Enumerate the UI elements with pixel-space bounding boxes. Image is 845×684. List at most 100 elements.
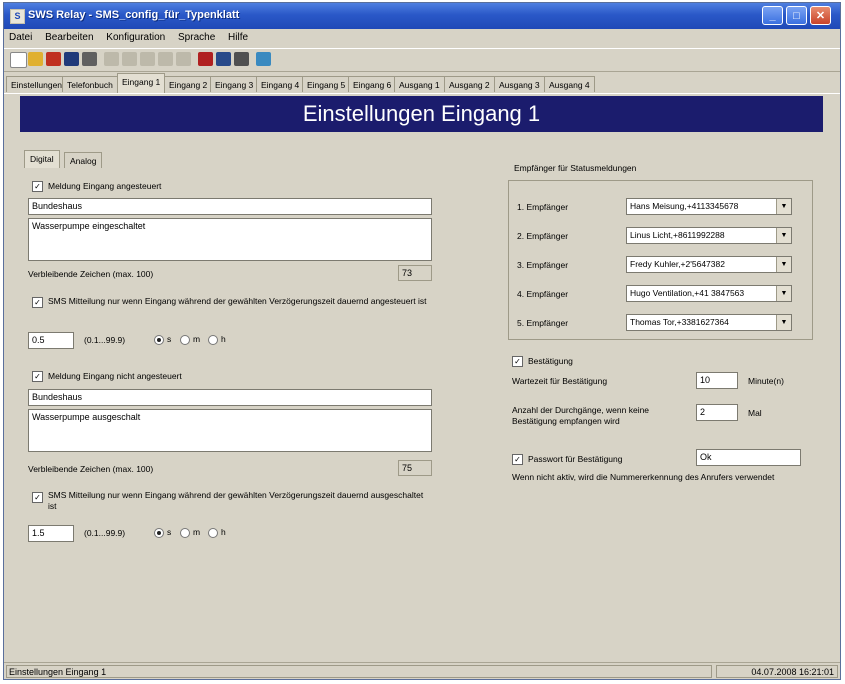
subtab-digital[interactable]: Digital (24, 150, 60, 168)
chevron-down-icon: ▼ (776, 199, 791, 214)
delay2-range: (0.1...99.9) (84, 528, 126, 538)
chevron-down-icon: ▼ (776, 286, 791, 301)
password-input[interactable]: Ok (696, 449, 801, 466)
tab-eingang-1[interactable]: Eingang 1 (117, 73, 166, 93)
recipient-5-select[interactable]: Thomas Tor,+3381627364 ▼ (626, 314, 792, 331)
wait-input[interactable]: 10 (696, 372, 738, 389)
chevron-down-icon: ▼ (776, 228, 791, 243)
delay-checkbox[interactable]: ✓ (32, 297, 43, 308)
message2-text-field[interactable]: Wasserpumpe ausgeschalt (28, 409, 432, 452)
chevron-down-icon: ▼ (776, 315, 791, 330)
confirm-checkbox[interactable]: ✓ (512, 356, 523, 367)
unit2-h-label: h (221, 527, 226, 537)
help-icon[interactable] (256, 52, 271, 66)
recipients-title: Empfänger für Statusmeldungen (514, 163, 637, 173)
paste-icon[interactable] (140, 52, 155, 66)
tab-telefonbuch[interactable]: Telefonbuch (62, 76, 118, 92)
write-device-icon[interactable] (216, 52, 231, 66)
undo-icon[interactable] (176, 52, 191, 66)
maximize-button[interactable]: □ (786, 6, 807, 25)
unit-s-label: s (167, 334, 172, 344)
tab-ausgang-1[interactable]: Ausgang 1 (394, 76, 445, 92)
password-label: Passwort für Bestätigung (528, 454, 623, 464)
passes-unit: Mal (748, 408, 762, 418)
unit-m-radio[interactable] (180, 335, 190, 345)
remaining-chars2-label: Verbleibende Zeichen (max. 100) (28, 464, 154, 474)
tab-eingang-3[interactable]: Eingang 3 (210, 76, 259, 92)
tab-eingang-5[interactable]: Eingang 5 (302, 76, 351, 92)
unit2-s-label: s (167, 527, 172, 537)
recipient-4-label: 4. Empfänger (517, 289, 569, 299)
tab-ausgang-4[interactable]: Ausgang 4 (544, 76, 595, 92)
unit-s-radio[interactable] (154, 335, 164, 345)
page-title: Einstellungen Eingang 1 (20, 96, 823, 132)
delay2-input[interactable]: 1.5 (28, 525, 74, 542)
menu-bearbeiten[interactable]: Bearbeiten (40, 29, 98, 46)
unit2-s-radio[interactable] (154, 528, 164, 538)
message-text-field[interactable]: Wasserpumpe eingeschaltet (28, 218, 432, 261)
delay-label: SMS Mitteilung nur wenn Eingang während … (48, 296, 427, 306)
load-icon[interactable] (46, 52, 61, 66)
delete-icon[interactable] (158, 52, 173, 66)
tab-einstellungen[interactable]: Einstellungen (6, 76, 68, 92)
window-title: SWS Relay - SMS_config_für_Typenklatt (28, 9, 240, 21)
main-tabs: Einstellungen Telefonbuch Eingang 1 Eing… (4, 73, 840, 94)
save-icon[interactable] (64, 52, 79, 66)
password-checkbox[interactable]: ✓ (512, 454, 523, 465)
cut-icon[interactable] (104, 52, 119, 66)
delay2-label: SMS Mitteilung nur wenn Eingang während … (48, 490, 424, 511)
menu-sprache[interactable]: Sprache (173, 29, 220, 46)
unit-h-label: h (221, 334, 226, 344)
title-bar: S SWS Relay - SMS_config_für_Typenklatt … (4, 3, 840, 29)
input-settings-panel: Digital Analog ✓ Meldung Eingang angeste… (20, 132, 823, 668)
passes-label: Anzahl der Durchgänge, wenn keine Bestät… (512, 405, 650, 426)
delay2-checkbox[interactable]: ✓ (32, 492, 43, 503)
menu-datei[interactable]: Datei (4, 29, 37, 46)
password-note: Wenn nicht aktiv, wird die Nummererkennu… (512, 472, 775, 482)
unit2-m-radio[interactable] (180, 528, 190, 538)
meldung-angesteuert-label: Meldung Eingang angesteuert (48, 181, 162, 191)
tab-eingang-4[interactable]: Eingang 4 (256, 76, 305, 92)
open-icon[interactable] (28, 52, 43, 66)
recipient-2-label: 2. Empfänger (517, 231, 569, 241)
wait-label: Wartezeit für Bestätigung (512, 376, 608, 386)
tab-ausgang-2[interactable]: Ausgang 2 (444, 76, 495, 92)
wait-unit: Minute(n) (748, 376, 784, 386)
meldung-nicht-angesteuert-label: Meldung Eingang nicht angesteuert (48, 371, 182, 381)
printer-icon[interactable] (234, 52, 249, 66)
unit2-m-label: m (193, 527, 201, 537)
recipient-1-select[interactable]: Hans Meisung,+4113345678 ▼ (626, 198, 792, 215)
recipient-4-select[interactable]: Hugo Ventilation,+41 3847563 ▼ (626, 285, 792, 302)
minimize-button[interactable]: _ (762, 6, 783, 25)
meldung-nicht-angesteuert-checkbox[interactable]: ✓ (32, 371, 43, 382)
menu-bar: Datei Bearbeiten Konfiguration Sprache H… (4, 29, 840, 48)
message2-header-field[interactable]: Bundeshaus (28, 389, 432, 406)
recipient-5-label: 5. Empfänger (517, 318, 569, 328)
remaining-chars-label: Verbleibende Zeichen (max. 100) (28, 269, 154, 279)
app-icon: S (10, 9, 25, 24)
delay-input[interactable]: 0.5 (28, 332, 74, 349)
message-header-field[interactable]: Bundeshaus (28, 198, 432, 215)
close-button[interactable]: ✕ (810, 6, 831, 25)
unit-h-radio[interactable] (208, 335, 218, 345)
recipient-3-label: 3. Empfänger (517, 260, 569, 270)
tab-eingang-2[interactable]: Eingang 2 (164, 76, 213, 92)
chevron-down-icon: ▼ (776, 257, 791, 272)
meldung-angesteuert-checkbox[interactable]: ✓ (32, 181, 43, 192)
remaining-chars2-value: 75 (398, 460, 432, 476)
copy-icon[interactable] (122, 52, 137, 66)
tab-eingang-6[interactable]: Eingang 6 (348, 76, 397, 92)
new-icon[interactable] (10, 52, 27, 68)
recipient-3-select[interactable]: Fredy Kuhler,+2'5647382 ▼ (626, 256, 792, 273)
recipient-2-select[interactable]: Linus Licht,+8611992288 ▼ (626, 227, 792, 244)
toolbar (4, 48, 840, 72)
tab-ausgang-3[interactable]: Ausgang 3 (494, 76, 545, 92)
menu-konfiguration[interactable]: Konfiguration (101, 29, 170, 46)
print-icon[interactable] (82, 52, 97, 66)
passes-input[interactable]: 2 (696, 404, 738, 421)
read-device-icon[interactable] (198, 52, 213, 66)
subtab-analog[interactable]: Analog (64, 152, 103, 168)
recipient-3-value: Fredy Kuhler,+2'5647382 (630, 259, 725, 269)
unit2-h-radio[interactable] (208, 528, 218, 538)
menu-hilfe[interactable]: Hilfe (223, 29, 253, 46)
